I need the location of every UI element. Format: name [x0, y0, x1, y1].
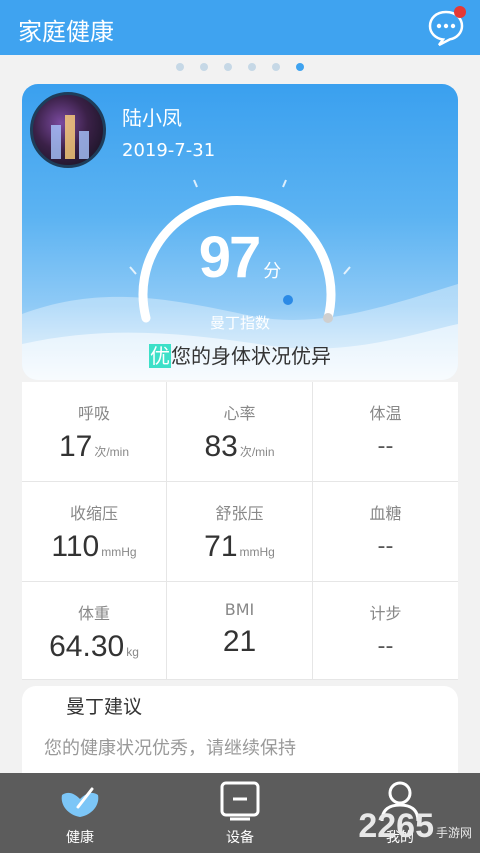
- metric-steps[interactable]: 计步 --: [313, 582, 458, 680]
- metric-bmi[interactable]: BMI 21: [167, 582, 313, 680]
- advice-text: 您的健康状况优秀，请继续保持: [44, 738, 296, 759]
- metric-number: 71: [204, 530, 238, 563]
- carousel-dot[interactable]: [272, 63, 280, 71]
- notification-badge: [454, 6, 466, 18]
- metric-heart-rate[interactable]: 心率 83 次/min: [167, 382, 313, 482]
- metric-label: 计步: [369, 604, 402, 623]
- record-date: 2019-7-31: [122, 140, 216, 161]
- watermark-sub: 手游网: [435, 826, 472, 840]
- metric-unit: kg: [126, 645, 139, 659]
- metric-number: --: [377, 634, 394, 659]
- metric-label: 血糖: [369, 504, 402, 523]
- metric-number: 17: [58, 430, 93, 463]
- metric-value: 17 次/min: [22, 430, 166, 464]
- score-display: 97 分: [22, 224, 458, 291]
- health-status: 优您的身体状况优异: [22, 340, 458, 369]
- nav-label: 健康: [66, 830, 94, 846]
- metric-unit: mmHg: [239, 545, 275, 559]
- metric-number: 21: [222, 625, 257, 658]
- bottom-nav: 健康 设备 我的 2265 手游网: [0, 773, 480, 853]
- score-unit: 分: [263, 261, 282, 282]
- metric-label: 舒张压: [215, 504, 264, 523]
- carousel-dot[interactable]: [176, 63, 184, 71]
- nav-label: 设备: [226, 830, 254, 846]
- metric-number: --: [377, 534, 394, 559]
- metric-diastolic[interactable]: 舒张压 71 mmHg: [167, 482, 313, 582]
- metric-unit: 次/min: [94, 445, 130, 459]
- score-value: 97: [198, 225, 261, 290]
- avatar[interactable]: [30, 92, 106, 168]
- metric-number: 64.30: [49, 630, 125, 663]
- metric-number: --: [377, 434, 394, 459]
- metric-respiration[interactable]: 呼吸 17 次/min: [22, 382, 167, 482]
- health-score-card[interactable]: 陆小凤 2019-7-31 97 分 曼丁指数 优您的身体状况优异: [22, 84, 458, 380]
- metric-blood-sugar[interactable]: 血糖 --: [313, 482, 458, 582]
- metric-label: 心率: [223, 404, 256, 423]
- metric-label: 体温: [369, 404, 402, 423]
- carousel-dot-active[interactable]: [296, 63, 304, 71]
- top-bar: 家庭健康: [0, 0, 480, 55]
- score-label: 曼丁指数: [209, 314, 270, 332]
- app-title: 家庭健康: [18, 18, 114, 46]
- advice-card[interactable]: 曼丁建议 您的健康状况优秀，请继续保持: [22, 686, 458, 776]
- carousel-dot[interactable]: [200, 63, 208, 71]
- metric-number: 110: [51, 530, 100, 563]
- metric-label: 呼吸: [77, 404, 110, 423]
- metric-value: 83 次/min: [167, 430, 312, 464]
- metric-label: 体重: [77, 604, 110, 623]
- status-text: 您的身体状况优异: [171, 344, 331, 368]
- nav-health[interactable]: 健康: [30, 779, 130, 847]
- metric-unit: 次/min: [239, 445, 275, 459]
- metric-value: 21: [167, 625, 312, 659]
- metric-weight[interactable]: 体重 64.30 kg: [22, 582, 167, 680]
- metric-value: 110 mmHg: [22, 530, 166, 564]
- nav-devices[interactable]: 设备: [190, 779, 290, 847]
- device-icon: [220, 781, 260, 821]
- watermark-main: 2265: [358, 807, 434, 845]
- heart-hand-icon: [61, 787, 99, 817]
- carousel-dot[interactable]: [248, 63, 256, 71]
- metric-unit: mmHg: [101, 545, 137, 559]
- grade-badge: 优: [149, 344, 171, 368]
- watermark-logo: 2265 手游网: [358, 807, 472, 846]
- carousel-indicator: [0, 63, 480, 77]
- metric-systolic[interactable]: 收缩压 110 mmHg: [22, 482, 167, 582]
- metric-label: BMI: [224, 600, 255, 619]
- user-name: 陆小凤: [122, 106, 182, 130]
- metrics-grid: 呼吸 17 次/min 心率 83 次/min 体温 -- 收缩压 110 mmHg …: [22, 382, 458, 680]
- metric-label: 收缩压: [69, 504, 118, 523]
- metric-number: 83: [204, 430, 238, 463]
- metric-temperature[interactable]: 体温 --: [313, 382, 458, 482]
- advice-heading: 曼丁建议: [66, 696, 143, 718]
- metric-value: 64.30 kg: [22, 630, 166, 664]
- metric-value: 71 mmHg: [167, 530, 312, 564]
- carousel-dot[interactable]: [224, 63, 232, 71]
